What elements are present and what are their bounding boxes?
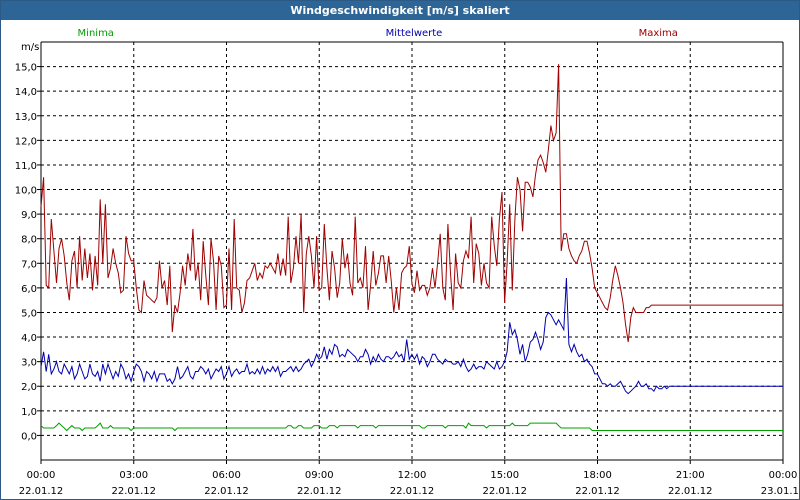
x-axis-ticks: 00:00 22.01.12 03:00 22.01.12 06:00 22.01.12 0… [19,460,799,497]
x-tick-date: 22.01.12 [482,486,527,497]
x-tick-time: 21:00 [676,470,705,481]
window-title: Windgeschwindigkeit [m/s] skaliert [1,1,799,20]
y-tick-label: 6,0 [21,284,37,295]
wind-speed-chart: 0,0 1,0 2,0 3,0 4,0 5,0 6,0 7,0 8,0 9,0 10,0 11,0 12… [15,28,799,497]
y-tick-label: 4,0 [21,333,37,344]
y-axis-label: m/s [21,42,39,53]
x-tick-time: 00:00 [769,470,798,481]
x-tick-date: 22.01.12 [19,486,64,497]
y-tick-label: 13,0 [15,112,37,123]
x-tick-time: 09:00 [305,470,334,481]
x-tick-date: 22.01.12 [575,486,620,497]
x-tick-time: 00:00 [27,470,56,481]
x-tick-time: 03:00 [119,470,148,481]
x-tick-date: 22.01.12 [668,486,713,497]
x-tick-date: 22.01.12 [390,486,435,497]
x-tick-date: 22.01.12 [111,486,156,497]
y-tick-label: 9,0 [21,210,37,221]
y-tick-label: 0,0 [21,431,37,442]
legend-entry-mittelwerte: Mittelwerte [386,28,443,39]
y-tick-label: 3,0 [21,358,37,369]
y-tick-label: 1,0 [21,407,37,418]
x-tick-time: 15:00 [490,470,519,481]
y-tick-label: 11,0 [15,161,37,172]
x-tick-time: 06:00 [212,470,241,481]
y-tick-label: 12,0 [15,136,37,147]
y-tick-label: 5,0 [21,308,37,319]
y-tick-label: 7,0 [21,259,37,270]
x-tick-time: 12:00 [398,470,427,481]
y-tick-label: 15,0 [15,63,37,74]
y-tick-label: 2,0 [21,382,37,393]
x-tick-date: 22.01.12 [204,486,249,497]
y-tick-label: 14,0 [15,87,37,98]
legend: Minima Mittelwerte Maxima [78,28,678,39]
grid [41,42,783,460]
y-tick-label: 10,0 [15,186,37,197]
legend-entry-minima: Minima [78,28,114,39]
chart-window: Windgeschwindigkeit [m/s] skaliert 0,0 1,… [0,0,800,500]
x-tick-date: 22.01.12 [297,486,342,497]
x-tick-date: 23.01.12 [761,486,799,497]
legend-entry-maxima: Maxima [639,28,678,39]
y-tick-label: 8,0 [21,235,37,246]
x-tick-time: 18:00 [583,470,612,481]
y-axis-ticks: 0,0 1,0 2,0 3,0 4,0 5,0 6,0 7,0 8,0 9,0 10,0 11,0 12… [15,63,41,442]
